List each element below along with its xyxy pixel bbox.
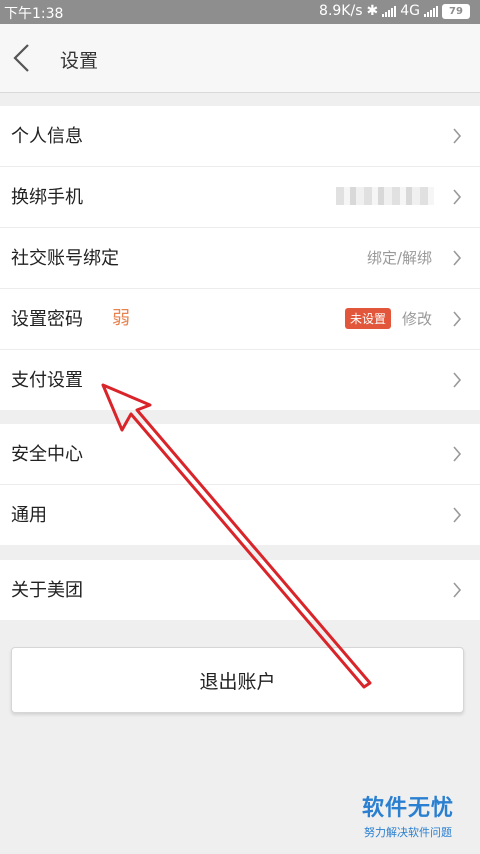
bluetooth-icon: ✱ (366, 3, 379, 19)
row-personal-info[interactable]: 个人信息 (0, 106, 480, 167)
row-set-password[interactable]: 设置密码 弱 未设置 修改 (0, 289, 480, 350)
row-general[interactable]: 通用 (0, 485, 480, 545)
nav-bar: 设置 (0, 24, 480, 93)
chevron-right-icon (453, 128, 462, 144)
status-bar: 下午1:38 8.9K/s ✱ 4G 79 (0, 0, 480, 24)
row-label: 设置密码 (11, 309, 83, 330)
row-security-center[interactable]: 安全中心 (0, 424, 480, 485)
page-title: 设置 (60, 50, 99, 72)
row-label: 换绑手机 (11, 187, 83, 208)
signal-icon-2 (424, 5, 438, 17)
watermark-title: 软件无忧 (361, 796, 454, 821)
row-label: 社交账号绑定 (11, 248, 119, 269)
status-right: 8.9K/s ✱ 4G 79 (319, 3, 470, 19)
chevron-right-icon (453, 582, 462, 598)
chevron-right-icon (453, 507, 462, 523)
settings-group-general: 安全中心 通用 (0, 424, 480, 545)
row-payment-settings[interactable]: 支付设置 (0, 350, 480, 410)
row-change-phone[interactable]: 换绑手机 (0, 167, 480, 228)
blurred-phone-number (336, 187, 434, 205)
row-value: 绑定/解绑 (366, 249, 432, 267)
settings-group-about: 关于美团 (0, 560, 480, 620)
back-arrow-icon[interactable] (8, 42, 36, 74)
battery-icon: 79 (442, 3, 470, 19)
row-label: 关于美团 (11, 580, 83, 601)
status-badge: 未设置 (344, 308, 391, 329)
watermark-logo: 软件无忧 努力解决软件问题 (352, 790, 464, 842)
chevron-right-icon (453, 446, 462, 462)
chevron-right-icon (453, 311, 462, 327)
row-label: 个人信息 (11, 126, 83, 147)
signal-icon (382, 5, 397, 17)
row-label: 支付设置 (11, 370, 83, 391)
row-label: 通用 (11, 505, 47, 526)
settings-group-account: 个人信息 换绑手机 社交账号绑定 绑定/解绑 设置密码 弱 未设置 修改 支付设… (0, 106, 480, 410)
logout-button[interactable]: 退出账户 (11, 647, 464, 713)
row-label: 安全中心 (11, 444, 83, 465)
password-strength-tag: 弱 (112, 308, 130, 329)
network-type: 4G (400, 3, 420, 19)
chevron-right-icon (453, 250, 462, 266)
chevron-right-icon (453, 372, 462, 388)
network-speed: 8.9K/s (319, 3, 363, 19)
chevron-right-icon (453, 189, 462, 205)
watermark-subtitle: 努力解决软件问题 (364, 826, 452, 839)
row-social-binding[interactable]: 社交账号绑定 绑定/解绑 (0, 228, 480, 289)
status-time: 下午1:38 (4, 6, 64, 22)
row-about[interactable]: 关于美团 (0, 560, 480, 620)
row-value: 修改 (401, 310, 432, 328)
